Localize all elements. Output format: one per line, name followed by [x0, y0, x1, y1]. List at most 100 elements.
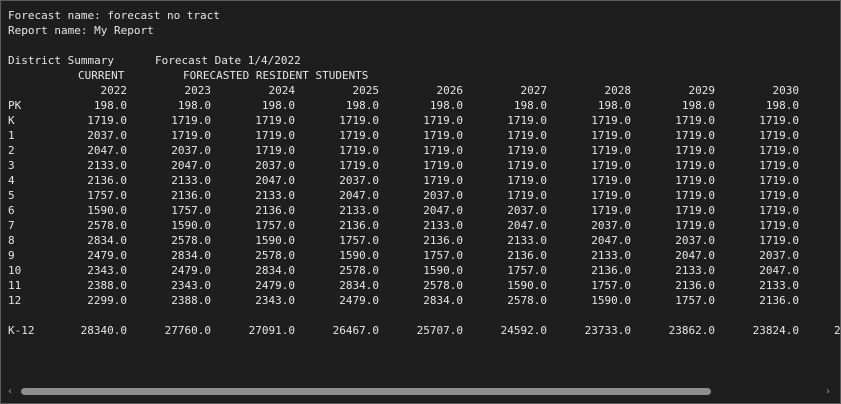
enrollment-value: 1719.0	[507, 144, 547, 157]
enrollment-value: 2578.0	[339, 264, 379, 277]
horizontal-scrollbar[interactable]: ‹ ›	[1, 382, 840, 401]
enrollment-value: 2343.0	[171, 279, 211, 292]
enrollment-value: 1719.0	[591, 144, 631, 157]
enrollment-value: 2133.0	[255, 189, 295, 202]
enrollment-value: 2047.0	[87, 144, 127, 157]
enrollment-value: 1719.0	[339, 144, 379, 157]
enrollment-value: 2037.0	[675, 234, 715, 247]
enrollment-value: 198.0	[345, 99, 379, 112]
enrollment-value: 2578.0	[87, 219, 127, 232]
scroll-left-arrow-icon[interactable]: ‹	[4, 385, 16, 398]
enrollment-value: 2834.0	[171, 249, 211, 262]
enrollment-value: 2136.0	[171, 189, 211, 202]
enrollment-value: 2343.0	[255, 294, 295, 307]
enrollment-value: 1719.0	[675, 189, 715, 202]
section-labels-line: CURRENT FORECASTED RESIDENT STUDENTS	[8, 68, 838, 83]
enrollment-value: 2133.0	[759, 279, 799, 292]
enrollment-value: 2479.0	[255, 279, 295, 292]
enrollment-value: 1719.0	[423, 174, 463, 187]
enrollment-value: 2136.0	[507, 249, 547, 262]
enrollment-value: 1719.0	[675, 204, 715, 217]
enrollment-value: 198.0	[597, 99, 631, 112]
enrollment-value: 2047.0	[171, 159, 211, 172]
enrollment-value: 1757.0	[255, 219, 295, 232]
forecast-date: Forecast Date 1/4/2022	[155, 54, 301, 67]
enrollment-value: 1719.0	[759, 219, 799, 232]
grade-row: 9 2479.0 2834.0 2578.0 1590.0 1757.0 2136.0 213…	[8, 248, 838, 263]
report-text-area: Forecast name: forecast no tract Report …	[8, 8, 840, 380]
enrollment-value: 1719.0	[591, 129, 631, 142]
enrollment-value: 1719.0	[423, 129, 463, 142]
enrollment-value: 1719.0	[675, 159, 715, 172]
scrollbar-thumb[interactable]	[21, 388, 711, 395]
enrollment-value: 2037.0	[255, 159, 295, 172]
enrollment-value: 1719.0	[591, 189, 631, 202]
enrollment-value: 2136.0	[591, 264, 631, 277]
enrollment-value: 1719.0	[507, 114, 547, 127]
total-value: 28340.0	[80, 324, 127, 337]
enrollment-value: 2479.0	[339, 294, 379, 307]
enrollment-value: 2578.0	[507, 294, 547, 307]
enrollment-value: 2037.0	[87, 129, 127, 142]
enrollment-value: 1719.0	[591, 204, 631, 217]
enrollment-value: 1590.0	[591, 294, 631, 307]
enrollment-value: 1719.0	[759, 174, 799, 187]
grade-label: 10	[8, 264, 22, 277]
report-window: Forecast name: forecast no tract Report …	[0, 0, 841, 404]
enrollment-value: 1719.0	[507, 129, 547, 142]
enrollment-value: 2133.0	[591, 249, 631, 262]
enrollment-value: 1719.0	[759, 234, 799, 247]
enrollment-value: 1757.0	[87, 189, 127, 202]
year-header-row: 2022 2023 2024 2025 2026 2027 2028 2029 2030	[8, 83, 838, 98]
grade-row: 10 2343.0 2479.0 2834.0 2578.0 1590.0 1757.0 21…	[8, 263, 838, 278]
enrollment-value: 1757.0	[423, 249, 463, 262]
enrollment-value: 1757.0	[507, 264, 547, 277]
grade-row: 7 2578.0 1590.0 1757.0 2136.0 2133.0 2047.0 203…	[8, 218, 838, 233]
enrollment-value: 1719.0	[507, 159, 547, 172]
enrollment-value: 1719.0	[759, 129, 799, 142]
enrollment-value: 2578.0	[171, 234, 211, 247]
enrollment-value: 2136.0	[675, 279, 715, 292]
year-header: 2025	[352, 84, 380, 97]
enrollment-value: 1719.0	[339, 129, 379, 142]
enrollment-value: 2047.0	[507, 219, 547, 232]
grade-row: 1 2037.0 1719.0 1719.0 1719.0 1719.0 1719.0 171…	[8, 128, 838, 143]
enrollment-value: 1719.0	[675, 129, 715, 142]
enrollment-value: 1757.0	[591, 279, 631, 292]
enrollment-value: 1757.0	[171, 204, 211, 217]
enrollment-value: 198.0	[513, 99, 547, 112]
grade-row: 8 2834.0 2578.0 1590.0 1757.0 2136.0 2133.0 204…	[8, 233, 838, 248]
enrollment-value: 2834.0	[87, 234, 127, 247]
total-value: 23862.0	[668, 324, 715, 337]
enrollment-value: 1719.0	[507, 174, 547, 187]
enrollment-value: 1719.0	[339, 159, 379, 172]
grade-label: 5	[8, 189, 15, 202]
total-label: K-12	[8, 324, 35, 337]
enrollment-value: 1590.0	[339, 249, 379, 262]
enrollment-value: 2578.0	[255, 249, 295, 262]
grade-label: 11	[8, 279, 22, 292]
summary-header-line: District Summary Forecast Date 1/4/2022	[8, 53, 838, 68]
enrollment-value: 1590.0	[255, 234, 295, 247]
enrollment-value: 2136.0	[423, 234, 463, 247]
enrollment-value: 198.0	[765, 99, 799, 112]
enrollment-value: 2133.0	[339, 204, 379, 217]
enrollment-value: 2133.0	[423, 219, 463, 232]
enrollment-value: 2834.0	[423, 294, 463, 307]
enrollment-value: 2388.0	[87, 279, 127, 292]
enrollment-value: 2299.0	[87, 294, 127, 307]
enrollment-value: 1719.0	[675, 144, 715, 157]
enrollment-value: 1719.0	[255, 129, 295, 142]
enrollment-value: 198.0	[93, 99, 127, 112]
year-header: 2024	[268, 84, 296, 97]
scroll-right-arrow-icon[interactable]: ›	[822, 385, 834, 398]
enrollment-value: 2047.0	[339, 189, 379, 202]
grade-row: 6 1590.0 1757.0 2136.0 2133.0 2047.0 2037.0 171…	[8, 203, 838, 218]
scrollbar-track[interactable]	[19, 386, 821, 396]
enrollment-value: 2037.0	[423, 189, 463, 202]
enrollment-value: 198.0	[177, 99, 211, 112]
enrollment-value: 1719.0	[675, 219, 715, 232]
enrollment-value: 2136.0	[255, 204, 295, 217]
forecast-name-line: Forecast name: forecast no tract	[8, 9, 220, 22]
enrollment-value: 2047.0	[423, 204, 463, 217]
